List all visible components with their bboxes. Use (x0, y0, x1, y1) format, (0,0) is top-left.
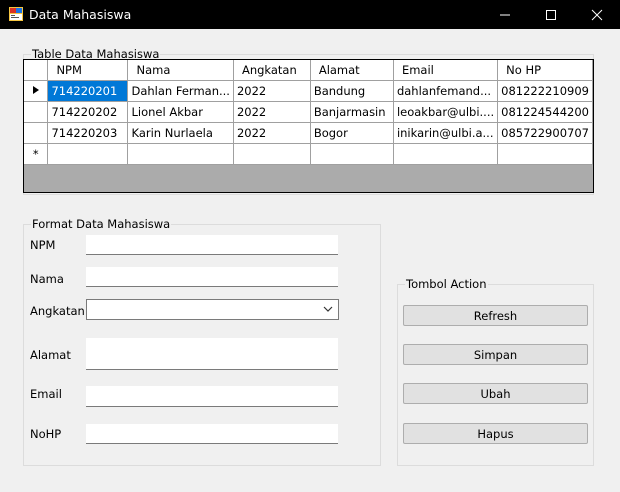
grid-header-row: NPM Nama Angkatan Alamat Email No HP (24, 60, 593, 81)
angkatan-dropdown[interactable] (86, 299, 339, 320)
table-row[interactable]: 714220202 Lionel Akbar 2022 Banjarmasin … (24, 101, 593, 123)
grid-corner-cell[interactable] (24, 60, 49, 81)
row-header[interactable] (24, 80, 49, 102)
table-cell[interactable] (497, 143, 593, 165)
close-button[interactable] (574, 0, 620, 29)
title-bar[interactable]: Data Mahasiswa (0, 0, 620, 29)
table-cell[interactable]: 2022 (233, 80, 311, 102)
nohp-label: NoHP (30, 427, 62, 441)
table-cell[interactable]: Dahlan Ferman... (127, 80, 234, 102)
refresh-button[interactable]: Refresh (403, 305, 588, 326)
ubah-button[interactable]: Ubah (403, 383, 588, 404)
table-cell[interactable]: leoakbar@ulbi.... (393, 101, 499, 123)
table-cell[interactable]: 714220203 (47, 122, 129, 144)
new-row[interactable]: * (24, 143, 593, 165)
close-icon (591, 9, 603, 20)
column-header-alamat[interactable]: Alamat (310, 60, 394, 81)
new-row-marker[interactable]: * (24, 143, 49, 165)
table-row[interactable]: 714220201 Dahlan Ferman... 2022 Bandung … (24, 80, 593, 102)
window-title: Data Mahasiswa (29, 7, 132, 22)
table-cell[interactable]: 2022 (233, 101, 311, 123)
table-cell[interactable]: dahlanfemand... (393, 80, 499, 102)
table-cell[interactable] (233, 143, 311, 165)
row-header[interactable] (24, 122, 49, 144)
angkatan-label: Angkatan (30, 304, 85, 318)
column-header-nohp[interactable]: No HP (497, 60, 593, 81)
table-cell[interactable] (310, 143, 394, 165)
table-cell[interactable] (47, 143, 129, 165)
simpan-button[interactable]: Simpan (403, 344, 588, 365)
table-cell[interactable]: Lionel Akbar (127, 101, 234, 123)
minimize-icon (500, 14, 510, 15)
row-header[interactable] (24, 101, 49, 123)
npm-input[interactable] (86, 235, 338, 255)
table-cell[interactable]: 714220202 (47, 101, 129, 123)
table-cell[interactable]: Bandung (310, 80, 394, 102)
column-header-npm[interactable]: NPM (47, 60, 129, 81)
column-header-email[interactable]: Email (393, 60, 499, 81)
maximize-icon (546, 9, 556, 20)
table-cell[interactable] (127, 143, 234, 165)
table-cell[interactable]: 081224544200 (497, 101, 593, 123)
chevron-down-icon (323, 306, 333, 312)
column-header-nama[interactable]: Nama (127, 60, 234, 81)
alamat-input[interactable] (86, 338, 338, 370)
table-row[interactable]: 714220203 Karin Nurlaela 2022 Bogor inik… (24, 122, 593, 144)
alamat-label: Alamat (30, 348, 71, 362)
table-cell[interactable]: inikarin@ulbi.a... (393, 122, 499, 144)
npm-label: NPM (30, 238, 56, 252)
table-cell[interactable]: Banjarmasin (310, 101, 394, 123)
nama-label: Nama (30, 272, 64, 286)
maximize-button[interactable] (528, 0, 574, 29)
current-row-arrow-icon (32, 85, 39, 94)
table-cell[interactable]: Karin Nurlaela (127, 122, 234, 144)
table-cell[interactable] (393, 143, 499, 165)
email-input[interactable] (86, 386, 338, 407)
table-cell[interactable]: 714220201 (47, 80, 129, 102)
column-header-angkatan[interactable]: Angkatan (233, 60, 311, 81)
table-cell[interactable]: 085722900707 (497, 122, 593, 144)
action-group-legend: Tombol Action (405, 277, 488, 291)
nohp-input[interactable] (86, 424, 338, 444)
table-cell[interactable]: 081222210909 (497, 80, 593, 102)
grid-table[interactable]: NPM Nama Angkatan Alamat Email No HP 714… (24, 60, 593, 165)
app-icon (9, 7, 23, 21)
form-group-legend: Format Data Mahasiswa (31, 217, 172, 231)
hapus-button[interactable]: Hapus (403, 423, 588, 444)
nama-input[interactable] (86, 267, 338, 287)
email-label: Email (30, 387, 62, 401)
table-cell[interactable]: Bogor (310, 122, 394, 144)
data-grid[interactable]: NPM Nama Angkatan Alamat Email No HP 714… (23, 59, 594, 193)
table-cell[interactable]: 2022 (233, 122, 311, 144)
minimize-button[interactable] (482, 0, 528, 29)
